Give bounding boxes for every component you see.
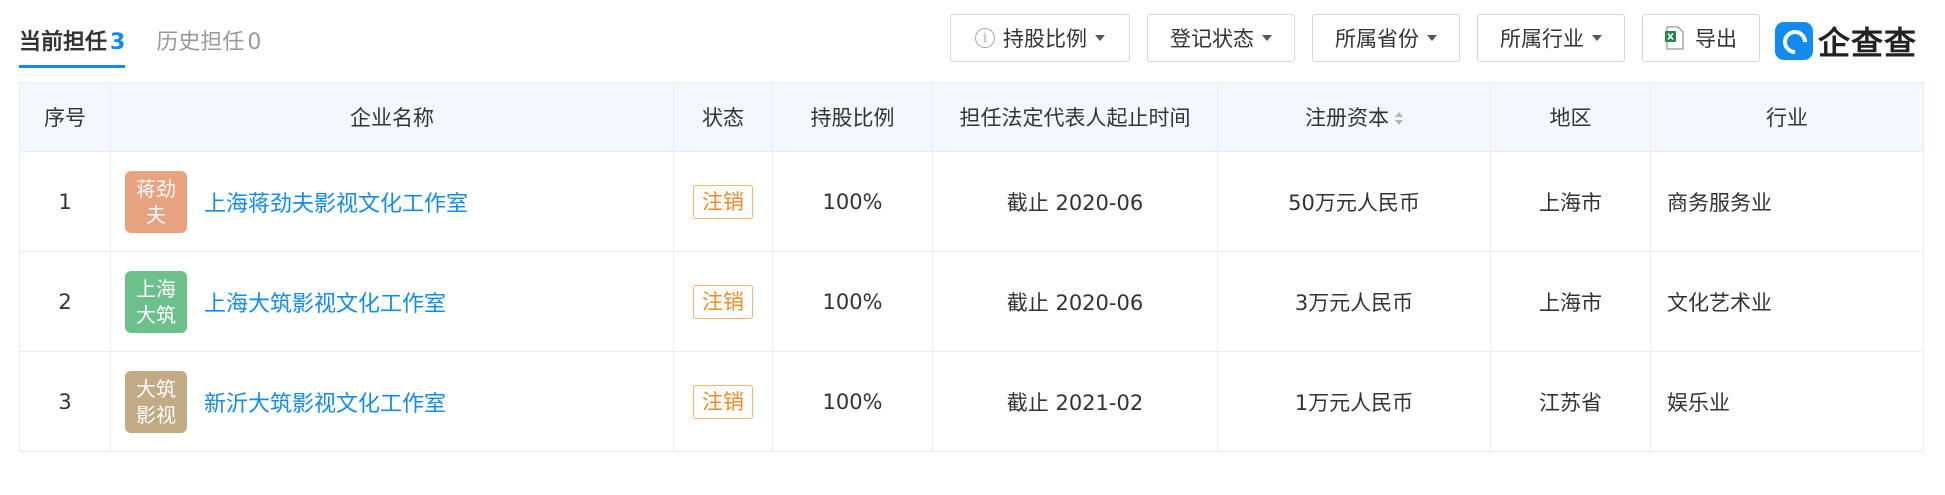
caret-down-icon — [1262, 35, 1272, 41]
qichacha-logo: 企查查 — [1775, 18, 1917, 64]
cell-company: 大筑影视 新沂大筑影视文化工作室 — [110, 351, 674, 452]
tab-current-count: 3 — [110, 30, 126, 55]
status-badge: 注销 — [693, 384, 753, 419]
sort-icon[interactable] — [1395, 111, 1403, 127]
caret-down-icon — [1427, 35, 1437, 41]
table-row: 2 上海大筑 上海大筑影视文化工作室 注销 100% 截止 2020-06 3万… — [19, 251, 1924, 352]
tab-history[interactable]: 历史担任 0 — [156, 24, 261, 65]
company-name-link[interactable]: 新沂大筑影视文化工作室 — [204, 386, 446, 418]
shareholding-filter-label: 持股比例 — [1003, 27, 1087, 51]
industry-filter-label: 所属行业 — [1500, 27, 1584, 51]
header-index: 序号 — [19, 82, 111, 152]
status-badge: 注销 — [693, 284, 753, 319]
logo-text: 企查查 — [1818, 24, 1918, 62]
header-region: 地区 — [1490, 82, 1651, 152]
caret-down-icon — [1592, 35, 1602, 41]
reg-status-filter-label: 登记状态 — [1170, 27, 1254, 51]
cell-company: 上海大筑 上海大筑影视文化工作室 — [110, 251, 674, 352]
cell-region: 上海市 — [1490, 251, 1651, 352]
info-icon: i — [975, 28, 995, 48]
avatar-text: 上海大筑 — [136, 276, 176, 327]
company-avatar: 大筑影视 — [125, 370, 187, 433]
tab-history-count: 0 — [247, 30, 262, 55]
cell-region: 上海市 — [1490, 151, 1651, 252]
avatar-text: 大筑影视 — [136, 376, 176, 427]
header-status: 状态 — [673, 82, 773, 152]
company-name-link[interactable]: 上海大筑影视文化工作室 — [204, 286, 446, 318]
province-filter-label: 所属省份 — [1335, 27, 1419, 51]
header-share: 持股比例 — [772, 82, 933, 152]
cell-capital: 1万元人民币 — [1217, 351, 1491, 452]
cell-status: 注销 — [673, 151, 773, 252]
cell-status: 注销 — [673, 251, 773, 352]
cell-industry: 文化艺术业 — [1650, 251, 1924, 352]
industry-filter-button[interactable]: 所属行业 — [1477, 14, 1625, 62]
status-badge: 注销 — [693, 184, 753, 219]
table-header-row: 序号 企业名称 状态 持股比例 担任法定代表人起止时间 注册资本 地区 行业 — [19, 82, 1924, 152]
cell-share: 100% — [772, 251, 933, 352]
cell-share: 100% — [772, 351, 933, 452]
filter-bar: i 持股比例 登记状态 所属省份 所属行业 导出 — [950, 14, 1777, 64]
avatar-text: 蒋劲夫 — [136, 176, 176, 227]
caret-down-icon — [1095, 35, 1105, 41]
cell-industry: 商务服务业 — [1650, 151, 1924, 252]
cell-industry: 娱乐业 — [1650, 351, 1924, 452]
logo-icon — [1775, 22, 1813, 60]
shareholding-filter-button[interactable]: i 持股比例 — [950, 14, 1130, 62]
cell-capital: 50万元人民币 — [1217, 151, 1491, 252]
tab-history-label: 历史担任 — [156, 30, 245, 55]
cell-index: 3 — [19, 351, 111, 452]
export-label: 导出 — [1695, 27, 1737, 51]
cell-index: 2 — [19, 251, 111, 352]
top-bar: 当前担任 3 历史担任 0 i 持股比例 登记状态 所属省份 所属行业 导出 企… — [0, 0, 1945, 80]
tab-current[interactable]: 当前担任 3 — [19, 24, 126, 68]
header-industry: 行业 — [1650, 82, 1924, 152]
cell-index: 1 — [19, 151, 111, 252]
cell-region: 江苏省 — [1490, 351, 1651, 452]
cell-period: 截止 2020-06 — [932, 251, 1218, 352]
reg-status-filter-button[interactable]: 登记状态 — [1147, 14, 1295, 62]
header-company: 企业名称 — [110, 82, 674, 152]
cell-share: 100% — [772, 151, 933, 252]
legal-rep-table: 序号 企业名称 状态 持股比例 担任法定代表人起止时间 注册资本 地区 行业 1… — [19, 82, 1924, 452]
header-capital-label: 注册资本 — [1305, 106, 1389, 130]
excel-icon — [1665, 26, 1685, 50]
province-filter-button[interactable]: 所属省份 — [1312, 14, 1460, 62]
cell-company: 蒋劲夫 上海蒋劲夫影视文化工作室 — [110, 151, 674, 252]
company-avatar: 上海大筑 — [125, 270, 187, 333]
table-row: 3 大筑影视 新沂大筑影视文化工作室 注销 100% 截止 2021-02 1万… — [19, 351, 1924, 452]
cell-capital: 3万元人民币 — [1217, 251, 1491, 352]
header-period: 担任法定代表人起止时间 — [932, 82, 1218, 152]
cell-status: 注销 — [673, 351, 773, 452]
tab-current-label: 当前担任 — [19, 30, 108, 55]
header-capital[interactable]: 注册资本 — [1217, 82, 1491, 152]
export-button[interactable]: 导出 — [1642, 14, 1760, 62]
company-avatar: 蒋劲夫 — [125, 170, 187, 233]
tab-bar: 当前担任 3 历史担任 0 — [19, 24, 292, 68]
cell-period: 截止 2021-02 — [932, 351, 1218, 452]
cell-period: 截止 2020-06 — [932, 151, 1218, 252]
company-name-link[interactable]: 上海蒋劲夫影视文化工作室 — [204, 186, 468, 218]
table-row: 1 蒋劲夫 上海蒋劲夫影视文化工作室 注销 100% 截止 2020-06 50… — [19, 151, 1924, 252]
